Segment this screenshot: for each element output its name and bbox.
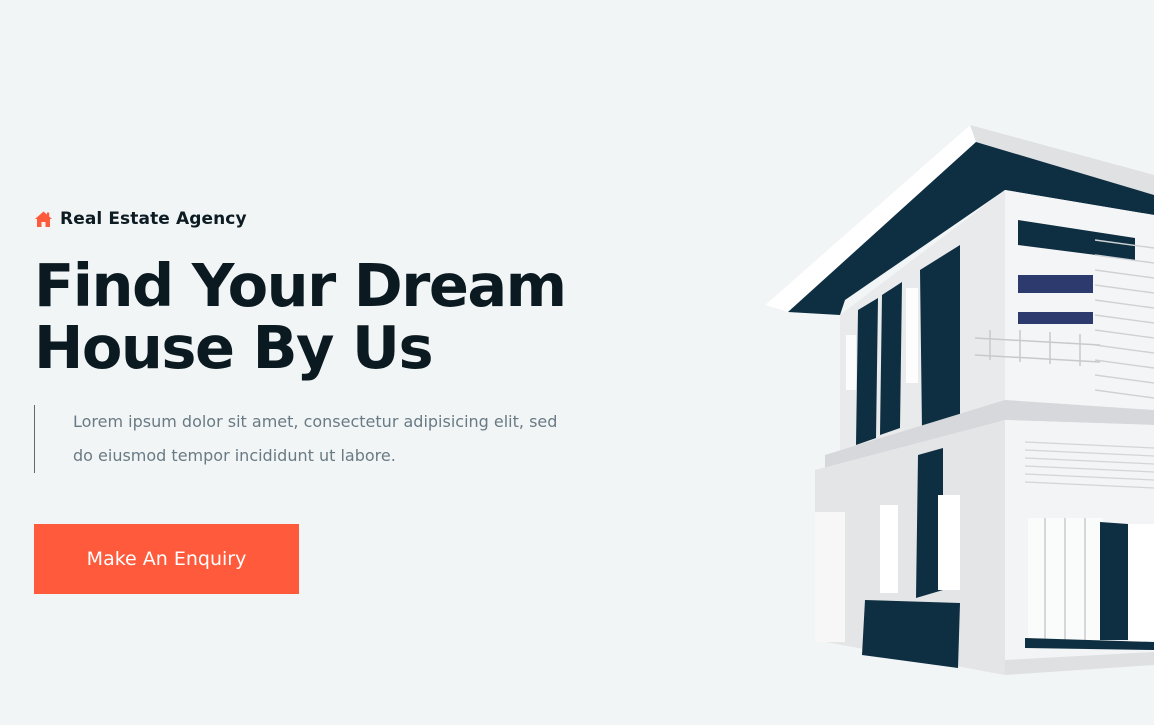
description-line-2: do eiusmod tempor incididunt ut labore. [73, 446, 396, 465]
page-title: Find Your Dream House By Us [34, 255, 634, 379]
hero-content: Real Estate Agency Find Your Dream House… [34, 205, 634, 473]
tagline: Real Estate Agency [34, 205, 634, 233]
tagline-text: Real Estate Agency [60, 209, 247, 229]
make-enquiry-button[interactable]: Make An Enquiry [34, 524, 299, 594]
home-icon [34, 210, 53, 229]
house-illustration [760, 120, 1154, 680]
description-line-1: Lorem ipsum dolor sit amet, consectetur … [73, 412, 558, 431]
hero-description: Lorem ipsum dolor sit amet, consectetur … [34, 405, 593, 473]
page-title-line-2: House By Us [34, 313, 434, 382]
page-title-line-1: Find Your Dream [34, 251, 567, 320]
